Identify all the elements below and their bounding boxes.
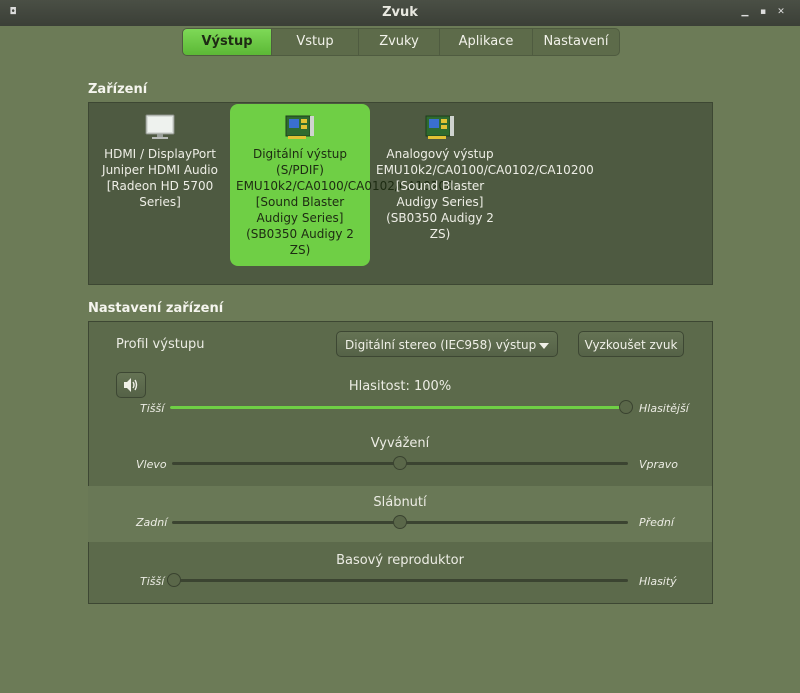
- balance-title: Vyvážení: [370, 436, 430, 451]
- subwoofer-slider-handle[interactable]: [167, 573, 181, 587]
- device-digital-output[interactable]: Digitální výstup (S/PDIF) EMU10k2/CA0100…: [230, 104, 454, 266]
- profile-label: Profil výstupu: [116, 337, 205, 352]
- subwoofer-min-label: Tišší: [140, 575, 165, 588]
- tab-bar: Výstup Vstup Zvuky Aplikace Nastavení: [182, 28, 620, 56]
- fade-slider-handle[interactable]: [393, 515, 407, 529]
- profile-value: Digitální stereo (IEC958) výstup: [345, 338, 537, 352]
- volume-max-label: Hlasitější: [639, 402, 689, 415]
- close-icon[interactable]: ✕: [776, 7, 786, 17]
- fade-title: Slábnutí: [373, 495, 427, 510]
- tab-sounds[interactable]: Zvuky: [359, 29, 440, 55]
- tab-input[interactable]: Vstup: [272, 29, 359, 55]
- volume-slider-fill: [170, 406, 626, 409]
- window-title: Zvuk: [382, 5, 418, 20]
- sound-card-icon: [285, 115, 314, 139]
- sound-card-icon: [425, 115, 454, 139]
- settings-section-title: Nastavení zařízení: [88, 301, 224, 316]
- test-sound-button[interactable]: Vyzkoušet zvuk: [578, 331, 684, 357]
- device-label: Digitální výstup (S/PDIF) EMU10k2/CA0100…: [236, 147, 454, 257]
- volume-title: Hlasitost: 100%: [348, 379, 452, 394]
- balance-slider-handle[interactable]: [393, 456, 407, 470]
- maximize-icon[interactable]: ▪: [758, 7, 768, 17]
- balance-max-label: Vpravo: [639, 458, 679, 471]
- tab-settings[interactable]: Nastavení: [533, 29, 619, 55]
- device-label: Analogový výstup EMU10k2/CA0100/CA0102/C…: [376, 147, 594, 241]
- tab-output[interactable]: Výstup: [183, 29, 272, 55]
- monitor-icon: [145, 114, 175, 139]
- device-hdmi[interactable]: HDMI / DisplayPort Juniper HDMI Audio [R…: [90, 104, 230, 218]
- tab-applications[interactable]: Aplikace: [440, 29, 533, 55]
- device-label: HDMI / DisplayPort Juniper HDMI Audio [R…: [102, 147, 218, 209]
- fade-min-label: Zadní: [136, 516, 168, 529]
- chevron-down-icon: [539, 343, 549, 349]
- fade-max-label: Přední: [639, 516, 674, 529]
- balance-min-label: Vlevo: [136, 458, 167, 471]
- devices-section-title: Zařízení: [88, 82, 148, 97]
- subwoofer-title: Basový reproduktor: [336, 553, 464, 568]
- profile-select[interactable]: Digitální stereo (IEC958) výstup: [336, 331, 558, 357]
- title-bar: ◘ Zvuk ▁ ▪ ✕: [0, 0, 800, 27]
- minimize-icon[interactable]: ▁: [740, 7, 750, 17]
- subwoofer-slider-track[interactable]: [174, 579, 628, 582]
- volume-slider-handle[interactable]: [619, 400, 633, 414]
- volume-min-label: Tišší: [140, 402, 165, 415]
- subwoofer-max-label: Hlasitý: [639, 575, 677, 588]
- device-analog-output[interactable]: Analogový výstup EMU10k2/CA0100/CA0102/C…: [370, 104, 594, 250]
